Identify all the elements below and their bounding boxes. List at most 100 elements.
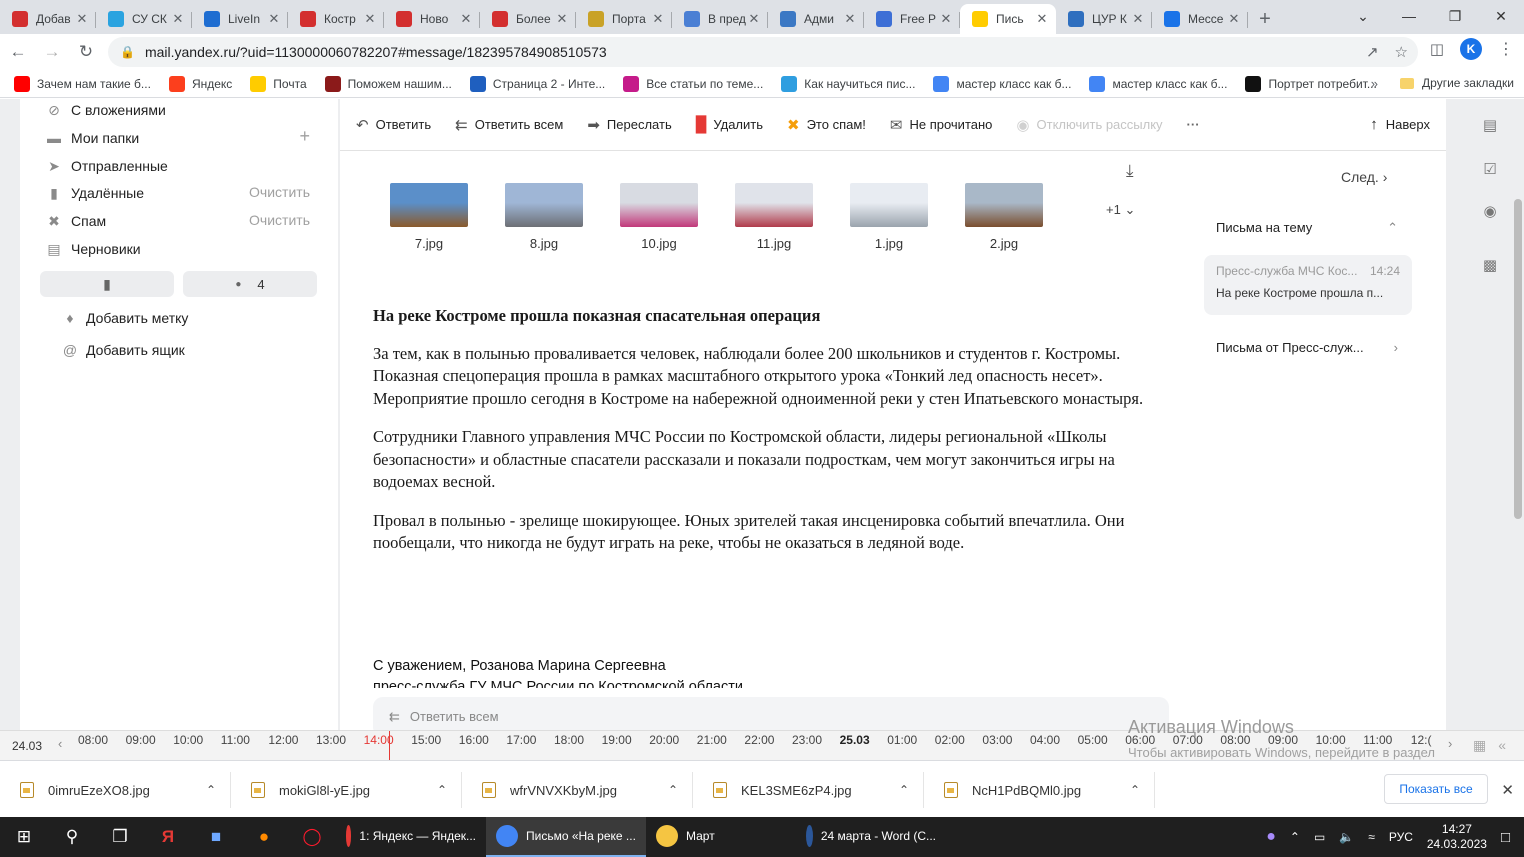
bookmarks-filter-button[interactable]: ▮	[40, 271, 174, 297]
bookmark-item[interactable]: Поможем нашим...	[324, 75, 452, 92]
chevron-up-icon[interactable]: ⌃	[1290, 830, 1300, 844]
address-bar[interactable]: 🔒 mail.yandex.ru/?uid=1130000060782207#m…	[108, 37, 1418, 67]
clear-folder-button[interactable]: Очистить	[249, 212, 310, 228]
back-button[interactable]: ←	[2, 36, 34, 68]
browser-tab[interactable]: Пись ✕	[960, 4, 1056, 34]
browser-tab[interactable]: Порта ✕	[576, 4, 672, 34]
thread-message-card[interactable]: Пресс-служба МЧС Кос... 14:24 На реке Кос…	[1204, 255, 1412, 315]
folder-item[interactable]: ▤ Черновики	[46, 238, 140, 260]
timeline-tick[interactable]: 21:00	[697, 733, 727, 747]
battery-icon[interactable]: ▭	[1314, 830, 1325, 844]
close-tab-icon[interactable]: ✕	[746, 11, 762, 27]
chevron-up-icon[interactable]: ⌃	[206, 783, 216, 797]
calendar-icon[interactable]: ▦	[1473, 737, 1486, 754]
timeline-tick[interactable]: 02:00	[935, 733, 965, 747]
timeline-tick[interactable]: 08:00	[78, 733, 108, 747]
timeline-tick[interactable]: 25.03	[840, 733, 870, 747]
spam-button[interactable]: ✖ Это спам!	[787, 116, 866, 134]
folder-item[interactable]: ➤ Отправленные	[46, 155, 168, 177]
thread-header[interactable]: Письма на тему ⌃	[1216, 220, 1398, 236]
clock[interactable]: 14:27 24.03.2023	[1427, 822, 1487, 852]
profile-avatar[interactable]: K	[1460, 38, 1482, 60]
mark-unread-button[interactable]: ✉ Не прочитано	[890, 116, 993, 134]
download-item[interactable]: wfrVNVXKbyM.jpg ⌃	[462, 772, 693, 808]
browser-tab[interactable]: СУ СК ✕	[96, 4, 192, 34]
timeline-tick[interactable]: 23:00	[792, 733, 822, 747]
timeline-tick[interactable]: 18:00	[554, 733, 584, 747]
new-tab-button[interactable]: +	[1248, 4, 1282, 34]
close-downloads-icon[interactable]: ✕	[1501, 781, 1514, 799]
maximize-icon[interactable]: ❐	[1432, 0, 1478, 32]
chevron-up-icon[interactable]: ⌃	[668, 783, 678, 797]
browser-tab[interactable]: LiveIn ✕	[192, 4, 288, 34]
timeline-tick[interactable]: 09:00	[126, 733, 156, 747]
browser-tab[interactable]: Добав ✕	[0, 4, 96, 34]
bookmark-item[interactable]: Яндекс	[168, 75, 232, 92]
more-actions-button[interactable]: ···	[1187, 117, 1200, 132]
timeline-tick[interactable]: 16:00	[459, 733, 489, 747]
browser-menu-icon[interactable]: ⋮	[1498, 39, 1514, 59]
attachment-item[interactable]: 10.jpg	[620, 183, 698, 251]
forward-button[interactable]: →	[36, 36, 68, 68]
firefox-icon[interactable]: ●	[240, 817, 288, 857]
download-item[interactable]: KEL3SME6zP4.jpg ⌃	[693, 772, 924, 808]
collapse-icon[interactable]: «	[1498, 737, 1506, 754]
chat-icon[interactable]: ◉	[1480, 201, 1500, 221]
checklist-icon[interactable]: ☑	[1480, 159, 1500, 179]
delete-button[interactable]: █ Удалить	[696, 116, 763, 133]
browser-tab[interactable]: Мессе ✕	[1152, 4, 1248, 34]
bookmark-item[interactable]: мастер класс как б...	[933, 75, 1071, 92]
timeline-tick[interactable]: 20:00	[649, 733, 679, 747]
timeline-tick[interactable]: 12:00	[268, 733, 298, 747]
share-icon[interactable]: ↗	[1366, 43, 1379, 61]
timeline-tick[interactable]: 01:00	[887, 733, 917, 747]
clear-folder-button[interactable]: Очистить	[249, 184, 310, 200]
attachment-item[interactable]: 11.jpg	[735, 183, 813, 251]
wifi-icon[interactable]: ≈	[1368, 830, 1375, 844]
close-tab-icon[interactable]: ✕	[74, 11, 90, 27]
next-message-link[interactable]: След. ›	[1341, 169, 1387, 185]
timeline-tick[interactable]: 05:00	[1078, 733, 1108, 747]
attachment-item[interactable]: 2.jpg	[965, 183, 1043, 251]
timeline-tick[interactable]: 13:00	[316, 733, 346, 747]
messages-from-link[interactable]: Письма от Пресс-служ... ›	[1216, 340, 1398, 355]
timeline-tick[interactable]: 19:00	[602, 733, 632, 747]
timeline-tick[interactable]: 10:00	[173, 733, 203, 747]
download-item[interactable]: mokiGl8l-yE.jpg ⌃	[231, 772, 462, 808]
close-tab-icon[interactable]: ✕	[1130, 11, 1146, 27]
language-indicator[interactable]: РУС	[1389, 830, 1413, 844]
save-app-icon[interactable]: ■	[192, 817, 240, 857]
folder-item[interactable]: ⊘ С вложениями	[46, 99, 166, 121]
reply-all-button[interactable]: ⇇ Ответить всем	[455, 116, 563, 134]
video-call-icon[interactable]: ▩	[1480, 255, 1500, 275]
close-tab-icon[interactable]: ✕	[938, 11, 954, 27]
unsubscribe-button[interactable]: ◉ Отключить рассылку	[1016, 116, 1162, 134]
browser-tab[interactable]: Адми ✕	[768, 4, 864, 34]
download-item[interactable]: 0imruEzeXO8.jpg ⌃	[0, 772, 231, 808]
add-folder-button[interactable]: +	[299, 126, 310, 147]
bookmark-item[interactable]: мастер класс как б...	[1089, 75, 1227, 92]
timeline-tick[interactable]: 22:00	[744, 733, 774, 747]
timeline-tick[interactable]: 11:00	[221, 733, 250, 747]
close-tab-icon[interactable]: ✕	[650, 11, 666, 27]
tab-search-icon[interactable]: ⌄	[1340, 0, 1386, 32]
folder-item[interactable]: ✖ Спам	[46, 210, 106, 232]
app-tray-icon[interactable]: ●	[1266, 828, 1276, 846]
download-item[interactable]: NcH1PdBQMl0.jpg ⌃	[924, 772, 1155, 808]
attachment-item[interactable]: 1.jpg	[850, 183, 928, 251]
folder-item[interactable]: ▮ Удалённые	[46, 182, 144, 204]
browser-tab[interactable]: Более ✕	[480, 4, 576, 34]
chevron-up-icon[interactable]: ⌃	[437, 783, 447, 797]
bookmark-item[interactable]: Страница 2 - Инте...	[469, 75, 605, 92]
volume-icon[interactable]: 🔈	[1339, 830, 1354, 844]
reload-button[interactable]: ↻	[70, 36, 102, 68]
attachment-item[interactable]: 8.jpg	[505, 183, 583, 251]
scroll-top-button[interactable]: ↑ Наверх	[1370, 116, 1430, 133]
chevron-up-icon[interactable]: ⌃	[1130, 783, 1140, 797]
close-tab-icon[interactable]: ✕	[842, 11, 858, 27]
bookmark-item[interactable]: Зачем нам такие б...	[14, 75, 151, 92]
browser-tab[interactable]: Free P ✕	[864, 4, 960, 34]
start-button[interactable]: ⊞	[0, 817, 48, 857]
taskbar-app[interactable]: 24 марта - Word (С...	[796, 817, 946, 857]
archive-icon[interactable]: ▤	[1480, 115, 1500, 135]
